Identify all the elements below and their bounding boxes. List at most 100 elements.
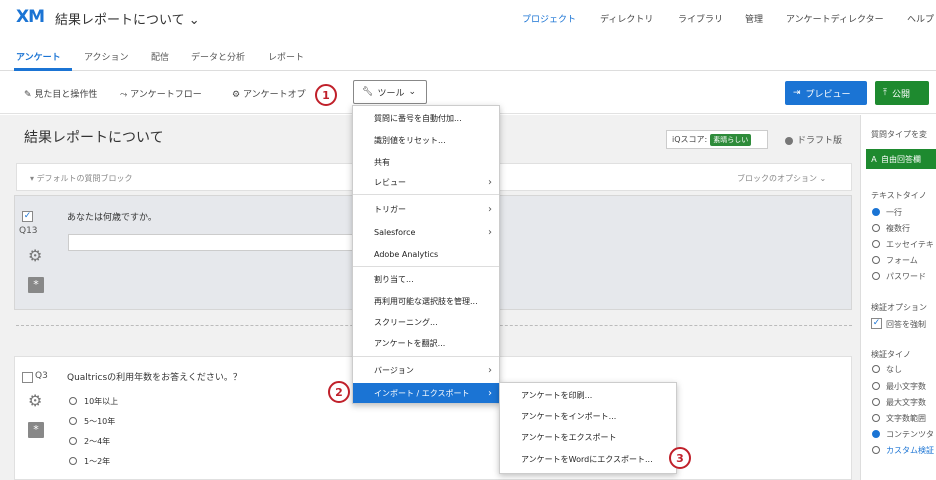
nav-admin[interactable]: 管理: [745, 12, 763, 25]
validation-type-label: 検証タイノ: [871, 350, 911, 359]
q3-option-radio[interactable]: [69, 437, 77, 445]
tab-reports[interactable]: レポート: [268, 50, 304, 63]
chevron-right-icon: ›: [488, 364, 492, 376]
q13-number: Q13: [19, 226, 38, 236]
q13-text[interactable]: あなたは何歳ですか。: [67, 210, 157, 223]
menu-item-versions[interactable]: バージョン ›: [353, 360, 499, 380]
callout-1: 1: [315, 84, 337, 106]
look-feel-button[interactable]: ✎ 見た目と操作性: [24, 87, 97, 100]
validation-option: なし: [886, 365, 902, 374]
submenu-item-export-word[interactable]: アンケートをWordにエクスポート...: [500, 449, 676, 469]
callout-3: 3: [669, 447, 691, 469]
q3-option-radio[interactable]: [69, 457, 77, 465]
validation-option: 最小文字数: [886, 382, 926, 391]
text-type-radio[interactable]: [872, 272, 880, 280]
draft-status: ドラフト版: [785, 133, 842, 146]
menu-item-adobe-analytics[interactable]: Adobe Analytics: [353, 244, 499, 264]
question-settings-panel: [860, 115, 936, 480]
text-type-radio[interactable]: [872, 240, 880, 248]
validation-options-label: 検証オプション: [871, 303, 927, 312]
project-title[interactable]: 結果レポートについて ⌄: [55, 9, 200, 28]
block-options[interactable]: ブロックのオプション ⌄: [737, 173, 826, 184]
submenu-item-import[interactable]: アンケートをインポート...: [500, 406, 676, 426]
menu-item-reusable-choices[interactable]: 再利用可能な選択肢を管理...: [353, 291, 499, 311]
survey-options-button[interactable]: ⚙ アンケートオプ: [232, 87, 306, 100]
menu-item-translate[interactable]: アンケートを翻訳...: [353, 333, 499, 353]
nav-projects[interactable]: プロジェクト: [522, 12, 576, 25]
menu-item-auto-number[interactable]: 質問に番号を自動付加...: [353, 108, 499, 128]
active-tab-indicator: [14, 68, 72, 71]
validation-radio[interactable]: [872, 365, 880, 373]
q3-checkbox[interactable]: [22, 372, 33, 383]
validation-radio[interactable]: [872, 414, 880, 422]
survey-flow-button[interactable]: ⤳ アンケートフロー: [120, 87, 202, 100]
chevron-right-icon: ›: [488, 176, 492, 188]
validation-radio[interactable]: [872, 398, 880, 406]
text-type-radio[interactable]: [872, 224, 880, 232]
menu-item-assignments[interactable]: 割り当て...: [353, 269, 499, 289]
nav-survey-director[interactable]: アンケートディレクター: [786, 12, 884, 25]
q3-option-label: 5～10年: [84, 417, 116, 426]
preview-icon: ⇥: [793, 88, 801, 98]
text-type-option: フォーム: [886, 256, 918, 265]
nav-library[interactable]: ライブラリ: [678, 12, 723, 25]
asterisk-icon[interactable]: *: [28, 422, 44, 438]
q3-option-radio[interactable]: [69, 397, 77, 405]
tab-distribution[interactable]: 配信: [151, 50, 169, 63]
draft-dot-icon: [785, 136, 793, 145]
menu-item-share[interactable]: 共有: [353, 152, 499, 172]
menu-item-import-export[interactable]: インポート / エクスポート ›: [353, 383, 499, 403]
q3-option-label: 2～4年: [84, 437, 111, 446]
validation-radio[interactable]: [872, 446, 880, 454]
xm-logo[interactable]: XM: [16, 7, 45, 27]
wrench-icon: 🔧︎: [362, 87, 374, 97]
text-type-label: テキストタイノ: [871, 191, 927, 200]
text-type-radio[interactable]: [872, 208, 880, 216]
validation-radio[interactable]: [872, 382, 880, 390]
force-response-label: 回答を強制: [886, 320, 926, 329]
survey-title[interactable]: 結果レポートについて: [24, 127, 164, 147]
preview-button[interactable]: ⇥ プレビュー: [785, 81, 867, 105]
menu-item-salesforce[interactable]: Salesforce ›: [353, 222, 499, 242]
gear-icon[interactable]: ⚙: [28, 393, 42, 409]
nav-directory[interactable]: ディレクトリ: [600, 12, 653, 25]
validation-option: コンテンツタ: [886, 430, 934, 439]
tab-actions[interactable]: アクション: [84, 50, 129, 63]
text-type-option: 一行: [886, 208, 902, 217]
q3-number: Q3: [35, 371, 48, 381]
text-type-option: 複数行: [886, 224, 910, 233]
callout-2: 2: [328, 381, 350, 403]
menu-item-triggers[interactable]: トリガー ›: [353, 199, 499, 219]
import-export-submenu: アンケートを印刷... アンケートをインポート... アンケートをエクスポート …: [499, 382, 677, 474]
question-type-button[interactable]: Ａ 自由回答欄: [866, 149, 936, 169]
iq-score[interactable]: iQスコア: 素晴らしい: [666, 130, 768, 149]
tools-button[interactable]: 🔧︎ ツール ⌄: [353, 80, 427, 104]
text-entry-icon: Ａ: [870, 154, 878, 164]
chevron-right-icon: ›: [488, 387, 492, 399]
menu-item-screening[interactable]: スクリーニング...: [353, 312, 499, 332]
sub-nav: [0, 37, 936, 71]
tab-data-analysis[interactable]: データと分析: [191, 50, 245, 63]
brush-icon: ✎: [24, 90, 32, 100]
submenu-item-print[interactable]: アンケートを印刷...: [500, 385, 676, 405]
submenu-item-export[interactable]: アンケートをエクスポート: [500, 427, 676, 447]
validation-radio[interactable]: [872, 430, 880, 438]
text-type-radio[interactable]: [872, 256, 880, 264]
gear-icon[interactable]: ⚙: [28, 248, 42, 264]
q3-option-radio[interactable]: [69, 417, 77, 425]
q13-text-input[interactable]: [68, 234, 358, 251]
text-type-option: エッセイテキ: [886, 240, 934, 249]
publish-button[interactable]: ⤒ 公開: [875, 81, 929, 105]
menu-item-reset-ids[interactable]: 識別値をリセット...: [353, 130, 499, 150]
block-label[interactable]: ▾ デフォルトの質問ブロック: [30, 173, 133, 184]
validation-option: 文字数範囲: [886, 414, 926, 423]
custom-validation-link[interactable]: カスタム検証: [886, 445, 934, 456]
force-response-checkbox[interactable]: ✓: [871, 318, 882, 329]
q13-checkbox[interactable]: ✓: [22, 211, 33, 222]
nav-help[interactable]: ヘルプ: [907, 12, 934, 25]
q3-text[interactable]: Qualtricsの利用年数をお答えください。？: [67, 370, 242, 383]
tools-menu: 質問に番号を自動付加... 識別値をリセット... 共有 レビュー › トリガー ›…: [352, 105, 500, 404]
tab-survey[interactable]: アンケート: [16, 50, 61, 63]
asterisk-icon[interactable]: *: [28, 277, 44, 293]
menu-item-review[interactable]: レビュー ›: [353, 172, 499, 192]
